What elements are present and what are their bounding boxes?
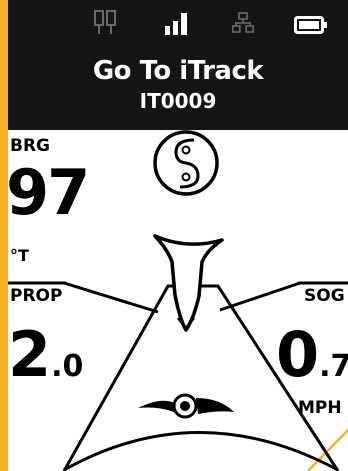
boat-pointer-icon — [153, 234, 224, 332]
prop-divider — [63, 281, 159, 314]
sog-integer: 0 — [276, 318, 320, 391]
autopilot-s-icon — [153, 130, 219, 196]
propeller-icon — [138, 393, 234, 419]
bearing-label: BRG — [10, 136, 51, 156]
sog-label: SOG — [304, 286, 345, 306]
display-panel: Go To iTrack IT0009 BRG 97 °T PROP 2.0 S… — [8, 0, 348, 471]
sog-value: 0.7 — [276, 318, 348, 391]
prop-value: 2.0 — [8, 318, 83, 391]
prop-label: PROP — [10, 286, 63, 306]
bearing-unit: °T — [10, 246, 29, 265]
sog-unit: MPH — [298, 398, 342, 418]
sector-arc — [63, 431, 339, 471]
sog-decimal: .7 — [319, 349, 348, 384]
bearing-value: 97 — [8, 156, 90, 229]
autopilot-graphic — [8, 130, 348, 471]
prop-integer: 2 — [8, 318, 52, 391]
device-screen: Go To iTrack IT0009 BRG 97 °T PROP 2.0 S… — [0, 0, 348, 471]
prop-decimal: .0 — [51, 349, 84, 384]
